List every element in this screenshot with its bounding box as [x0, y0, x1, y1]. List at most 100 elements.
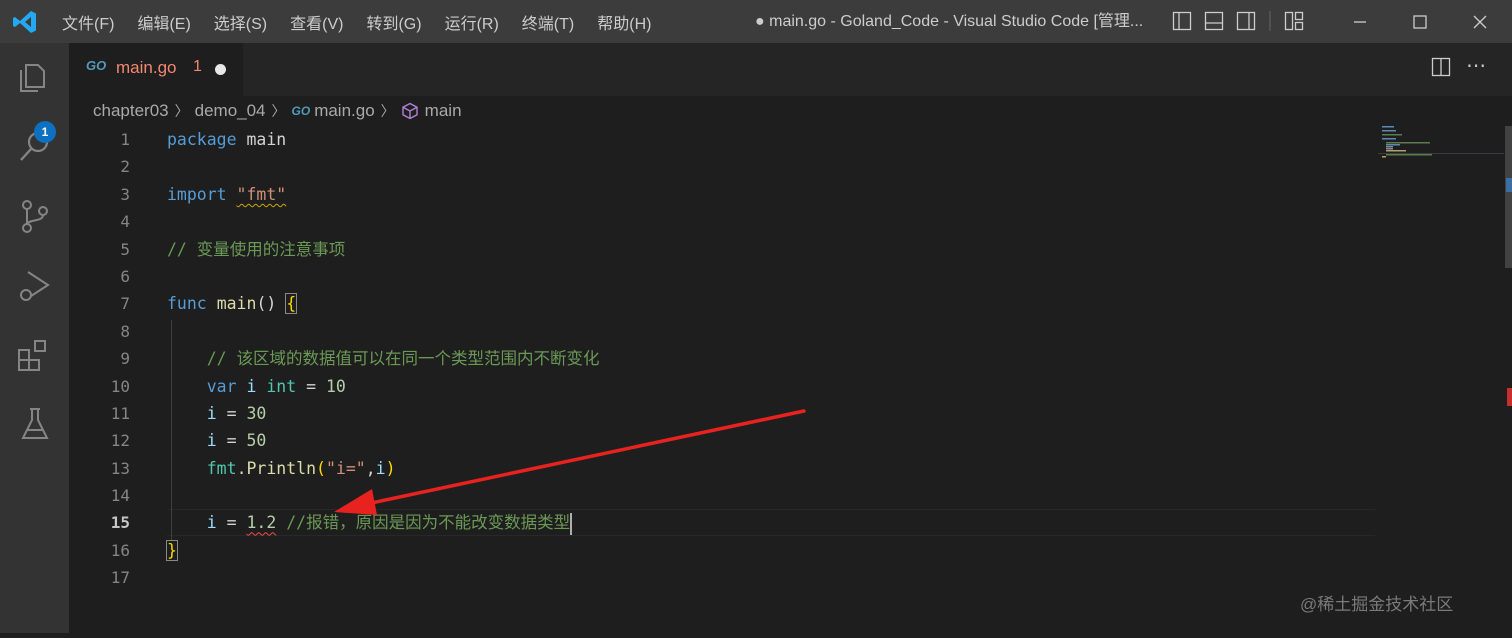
line-number: 14 [110, 486, 130, 506]
explorer-badge: 1 [34, 121, 56, 143]
run-and-debug-icon[interactable] [16, 267, 54, 305]
toggle-secondary-sidebar-icon[interactable] [1236, 11, 1256, 36]
close-icon[interactable] [1450, 0, 1510, 43]
line-number: 17 [110, 568, 130, 588]
operator: = [216, 513, 247, 533]
minimap[interactable] [1378, 126, 1508, 166]
dot: . [236, 458, 247, 478]
code-line-6[interactable] [167, 263, 600, 290]
paren-open: ( [316, 458, 326, 478]
tab-main-go[interactable]: GO main.go 1 [69, 43, 243, 96]
menu-help[interactable]: 帮助(H) [597, 10, 651, 34]
variable: i [206, 403, 217, 423]
toggle-panel-icon[interactable] [1204, 11, 1224, 36]
line-number: 2 [120, 157, 130, 177]
more-actions-icon[interactable]: ⋯ [1466, 53, 1487, 78]
line-number: 11 [110, 403, 130, 423]
testing-flask-icon[interactable] [16, 405, 54, 443]
vscode-logo-icon [12, 9, 38, 40]
code-line-5[interactable]: // 变量使用的注意事项 [167, 236, 600, 263]
code-line-14[interactable] [167, 482, 600, 509]
menu-view[interactable]: 查看(V) [290, 10, 343, 34]
window-controls [1330, 0, 1510, 43]
code-line-8[interactable] [167, 318, 600, 345]
code-line-11[interactable]: i = 30 [167, 400, 600, 427]
menu-bar: 文件(F) 编辑(E) 选择(S) 查看(V) 转到(G) 运行(R) 终端(T… [62, 0, 674, 43]
split-editor-icon[interactable] [1431, 57, 1451, 82]
explorer-icon[interactable] [16, 57, 54, 95]
line-number: 9 [120, 349, 130, 369]
keyword-func: func [167, 294, 207, 314]
code-editor[interactable]: package main import "fmt" // 变量使用的注意事项 f… [166, 126, 600, 592]
customize-layout-icon[interactable] [1284, 11, 1304, 36]
go-file-icon: GO [291, 104, 311, 118]
number: 50 [246, 431, 267, 451]
operator: = [296, 376, 326, 396]
number: 10 [326, 376, 346, 396]
line-number: 5 [120, 239, 130, 259]
operator: = [216, 403, 247, 423]
code-line-9[interactable]: // 该区域的数据值可以在同一个类型范围内不断变化 [167, 345, 600, 372]
code-line-4[interactable] [167, 208, 600, 235]
keyword-import: import [167, 184, 227, 204]
comment: // 该区域的数据值可以在同一个类型范围内不断变化 [206, 349, 600, 369]
watermark: @稀土掘金技术社区 [1300, 595, 1454, 614]
line-number: 16 [110, 540, 130, 560]
breadcrumb: chapter03 〉 demo_04 〉 GO main.go 〉 main [93, 96, 462, 126]
parens: () [256, 294, 287, 314]
menu-terminal[interactable]: 终端(T) [522, 10, 574, 34]
code-line-16[interactable]: } [166, 537, 600, 564]
code-line-7[interactable]: func main() { [167, 290, 600, 317]
variable: i [206, 431, 217, 451]
menu-selection[interactable]: 选择(S) [214, 10, 267, 34]
divider [1268, 11, 1272, 36]
toggle-primary-sidebar-icon[interactable] [1172, 11, 1192, 36]
code-line-12[interactable]: i = 50 [167, 427, 600, 454]
comment: //报错，原因是因为不能改变数据类型 [276, 513, 571, 533]
menu-run[interactable]: 运行(R) [445, 10, 499, 34]
code-line-13[interactable]: fmt.Println("i=",i) [167, 455, 600, 482]
comment: // 变量使用的注意事项 [167, 239, 346, 259]
paren-close: ) [385, 458, 396, 478]
extensions-icon[interactable] [16, 337, 54, 375]
number: 30 [246, 403, 267, 423]
menu-go[interactable]: 转到(G) [366, 10, 421, 34]
minimize-icon[interactable] [1330, 0, 1390, 43]
title-bar: 文件(F) 编辑(E) 选择(S) 查看(V) 转到(G) 运行(R) 终端(T… [0, 0, 1512, 43]
vertical-scrollbar[interactable] [1504, 126, 1512, 633]
layout-controls [1172, 11, 1316, 36]
line-number: 8 [120, 321, 130, 341]
tab-label: main.go [116, 58, 177, 77]
unsaved-dot-icon[interactable] [215, 64, 226, 75]
breadcrumb-file[interactable]: main.go [314, 101, 374, 121]
window-title: ● main.go - Goland_Code - Visual Studio … [755, 13, 1144, 30]
maximize-icon[interactable] [1390, 0, 1450, 43]
code-line-3[interactable]: import "fmt" [167, 181, 600, 208]
chevron-right-icon: 〉 [380, 103, 395, 119]
variable: i [375, 458, 386, 478]
line-number: 1 [120, 130, 130, 149]
tab-problem-count: 1 [193, 58, 202, 75]
tab-bar: GO main.go 1 ⋯ [69, 43, 1512, 96]
code-line-1[interactable]: package main [167, 126, 600, 153]
menu-edit[interactable]: 编辑(E) [137, 10, 190, 34]
comma: , [365, 458, 376, 478]
type-int: int [266, 376, 297, 396]
keyword-package: package [167, 130, 237, 149]
menu-file[interactable]: 文件(F) [62, 10, 114, 34]
function-call: Println [246, 458, 317, 478]
line-number: 10 [110, 376, 130, 396]
line-number-active: 15 [110, 513, 130, 533]
source-control-icon[interactable] [16, 197, 54, 235]
code-line-17[interactable] [167, 564, 600, 591]
breadcrumb-folder-demo04[interactable]: demo_04 [195, 101, 266, 121]
breadcrumb-folder-chapter03[interactable]: chapter03 [93, 101, 169, 121]
code-line-15[interactable]: i = 1.2 //报错，原因是因为不能改变数据类型 [167, 509, 600, 536]
code-line-10[interactable]: var i int = 10 [167, 373, 600, 400]
code-line-2[interactable] [167, 153, 600, 180]
variable: i [206, 513, 217, 533]
package-name: main [246, 130, 287, 149]
text-cursor [570, 512, 573, 535]
breadcrumb-symbol[interactable]: main [425, 101, 462, 121]
line-number: 12 [110, 431, 130, 451]
